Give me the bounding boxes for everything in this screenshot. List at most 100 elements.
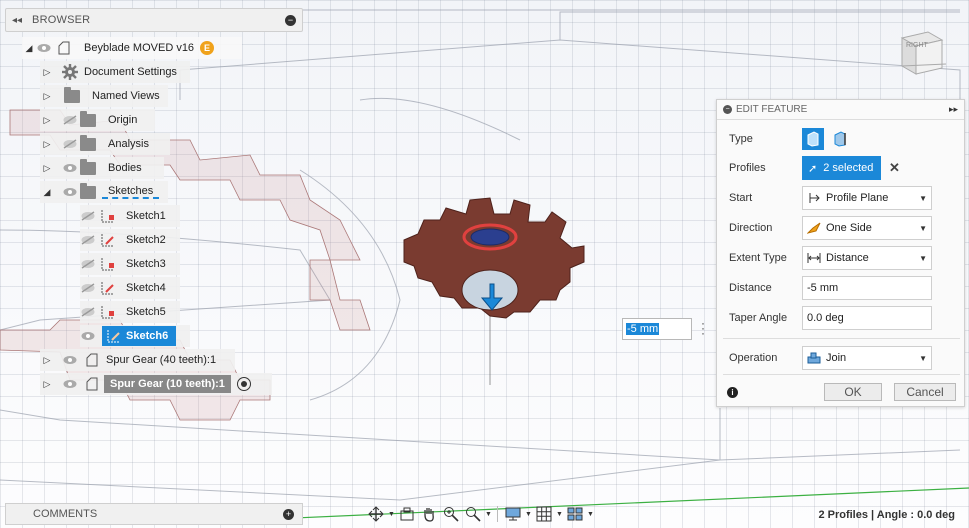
eye-hidden-icon[interactable]: [62, 112, 78, 128]
component-spur-gear-40[interactable]: ▷ Spur Gear (40 teeth):1: [40, 349, 235, 371]
activate-radio-icon[interactable]: [236, 377, 251, 391]
sketch-item-6[interactable]: Sketch6: [80, 325, 190, 347]
sketch-label: Sketch3: [126, 258, 166, 270]
type-label: Type: [729, 133, 753, 145]
collapse-browser-icon[interactable]: ◂◂: [12, 15, 22, 26]
collapsed-triangle-icon[interactable]: ▷: [40, 67, 54, 78]
eye-hidden-icon[interactable]: [80, 304, 96, 320]
browser-item-label: Analysis: [108, 138, 149, 150]
browser-item-bodies[interactable]: ▷ Bodies: [40, 157, 164, 179]
display-settings-icon[interactable]: [503, 504, 523, 524]
version-badge[interactable]: E: [200, 41, 215, 55]
eye-icon[interactable]: [36, 40, 52, 56]
comments-bar[interactable]: COMMENTS +: [5, 503, 303, 525]
extent-type-dropdown[interactable]: Distance ▼: [802, 246, 932, 270]
sketch-item-5[interactable]: Sketch5: [80, 301, 180, 323]
thin-type-icon[interactable]: [829, 128, 851, 150]
collapsed-triangle-icon[interactable]: ▷: [40, 163, 54, 174]
solid-type-icon[interactable]: [802, 128, 824, 150]
eye-hidden-icon[interactable]: [80, 208, 96, 224]
direction-dropdown[interactable]: One Side ▼: [802, 216, 932, 240]
browser-item-analysis[interactable]: ▷ Analysis: [40, 133, 170, 155]
browser-header[interactable]: ◂◂ BROWSER −: [5, 8, 303, 32]
profile-plane-icon: [807, 191, 821, 205]
sketch-item-3[interactable]: Sketch3: [80, 253, 180, 275]
selected-sketch[interactable]: Sketch6: [102, 326, 177, 346]
zoom-window-icon[interactable]: [441, 504, 461, 524]
viewports-icon[interactable]: [565, 504, 585, 524]
distance-input[interactable]: -5 mm: [802, 276, 932, 300]
caret-down-icon[interactable]: ▼: [587, 511, 594, 518]
caret-down-icon[interactable]: ▼: [388, 511, 395, 518]
pan-hand-icon[interactable]: [419, 504, 439, 524]
view-cube[interactable]: RIGHT: [892, 30, 948, 80]
eye-hidden-icon[interactable]: [80, 280, 96, 296]
caret-down-icon[interactable]: ▼: [556, 511, 563, 518]
toolbar-separator: [497, 506, 498, 522]
collapsed-triangle-icon[interactable]: ▷: [40, 139, 54, 150]
caret-down-icon[interactable]: ▼: [485, 511, 492, 518]
cancel-button[interactable]: Cancel: [894, 383, 956, 401]
sketch-label: Sketch6: [126, 330, 169, 342]
zoom-icon[interactable]: [463, 504, 483, 524]
expanded-triangle-icon[interactable]: ◢: [40, 187, 54, 198]
dropdown-arrow-icon: ▼: [919, 223, 927, 233]
distance-row: Distance -5 mm: [717, 275, 966, 301]
eye-icon[interactable]: [62, 160, 78, 176]
edit-feature-panel[interactable]: − EDIT FEATURE ▸▸ Type Profiles ➚ 2 sele…: [716, 99, 965, 407]
more-options-icon[interactable]: · · ·: [701, 317, 705, 339]
expanded-triangle-icon[interactable]: ◢: [22, 43, 36, 54]
collapsed-triangle-icon[interactable]: ▷: [40, 91, 54, 102]
browser-item-origin[interactable]: ▷ Origin: [40, 109, 155, 131]
status-text: 2 Profiles | Angle : 0.0 deg: [818, 509, 955, 521]
browser-item-named-views[interactable]: ▷ Named Views: [40, 85, 168, 107]
operation-dropdown[interactable]: Join ▼: [802, 346, 932, 370]
browser-item-document-settings[interactable]: ▷ Document Settings: [40, 61, 190, 83]
start-label: Start: [729, 192, 753, 204]
browser-item-label: Document Settings: [84, 66, 177, 78]
browser-options-icon[interactable]: −: [285, 14, 296, 26]
navigation-toolbar: ▼ ▼ ▼ ▼ ▼: [366, 503, 594, 525]
sketch-icon: [100, 304, 116, 320]
viewport-distance-input[interactable]: -5 mm: [622, 318, 692, 340]
ok-button[interactable]: OK: [824, 383, 882, 401]
clear-selection-icon[interactable]: ✕: [889, 160, 900, 176]
browser-item-sketches[interactable]: ◢ Sketches: [40, 181, 168, 203]
folder-icon: [80, 182, 96, 199]
collapsed-triangle-icon[interactable]: ▷: [40, 379, 54, 390]
collapsed-triangle-icon[interactable]: ▷: [40, 355, 54, 366]
collapsed-triangle-icon[interactable]: ▷: [40, 115, 54, 126]
sketch-item-2[interactable]: Sketch2: [80, 229, 180, 251]
taper-angle-input[interactable]: 0.0 deg: [802, 306, 932, 330]
minus-icon[interactable]: −: [723, 105, 732, 114]
grid-icon[interactable]: [534, 504, 554, 524]
profiles-selection-button[interactable]: ➚ 2 selected: [802, 156, 881, 180]
sketch-item-4[interactable]: Sketch4: [80, 277, 180, 299]
extent-type-value: Distance: [826, 252, 869, 264]
info-icon[interactable]: i: [727, 387, 738, 398]
dropdown-arrow-icon: ▼: [919, 353, 927, 363]
expand-panel-icon[interactable]: ▸▸: [949, 104, 958, 115]
add-comment-icon[interactable]: +: [283, 508, 294, 520]
eye-icon[interactable]: [62, 184, 78, 200]
component-label-active: Spur Gear (10 teeth):1: [104, 375, 231, 393]
join-icon: [807, 351, 821, 365]
browser-root-item[interactable]: ◢ Beyblade MOVED v16 E: [22, 37, 242, 59]
sketch-item-1[interactable]: Sketch1: [80, 205, 180, 227]
look-at-icon[interactable]: [397, 504, 417, 524]
eye-icon[interactable]: [62, 376, 78, 392]
small-gear[interactable]: [403, 197, 585, 319]
orbit-icon[interactable]: [366, 504, 386, 524]
eye-hidden-icon[interactable]: [80, 256, 96, 272]
caret-down-icon[interactable]: ▼: [525, 511, 532, 518]
eye-hidden-icon[interactable]: [62, 136, 78, 152]
eye-hidden-icon[interactable]: [80, 232, 96, 248]
component-spur-gear-10[interactable]: ▷ Spur Gear (10 teeth):1: [40, 373, 272, 395]
profiles-selected-count: 2 selected: [823, 162, 874, 174]
root-label: Beyblade MOVED v16: [84, 42, 195, 54]
profiles-label: Profiles: [729, 162, 766, 174]
edit-feature-header[interactable]: − EDIT FEATURE ▸▸: [717, 100, 964, 120]
eye-icon[interactable]: [80, 328, 96, 344]
start-dropdown[interactable]: Profile Plane ▼: [802, 186, 932, 210]
eye-icon[interactable]: [62, 352, 78, 368]
